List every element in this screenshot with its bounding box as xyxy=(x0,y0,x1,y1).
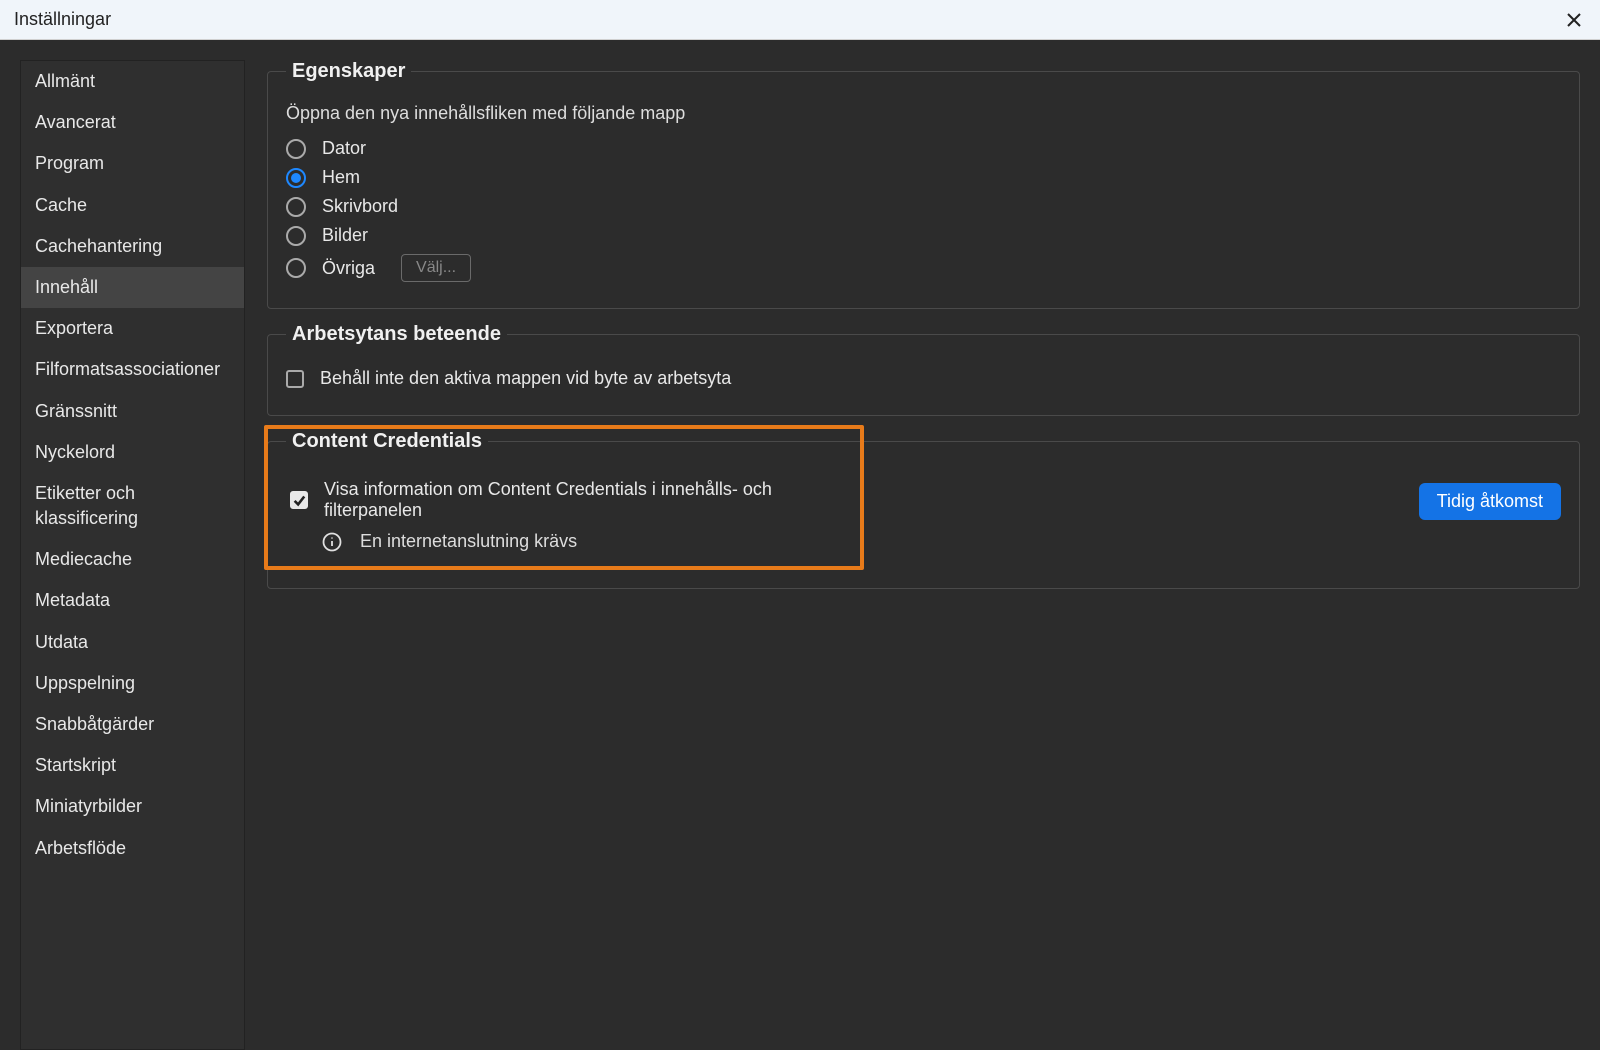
window-title: Inställningar xyxy=(14,9,111,30)
sidebar-item-label: Metadata xyxy=(35,590,110,610)
sidebar-item-gr-nssnitt[interactable]: Gränssnitt xyxy=(21,391,244,432)
sidebar-item-label: Arbetsflöde xyxy=(35,838,126,858)
sidebar-item-cachehantering[interactable]: Cachehantering xyxy=(21,226,244,267)
radio-label: Dator xyxy=(322,138,366,159)
radio-hem[interactable] xyxy=(286,168,306,188)
sidebar-item-startskript[interactable]: Startskript xyxy=(21,745,244,786)
sidebar-item-label: Avancerat xyxy=(35,112,116,132)
sidebar-item-label: Innehåll xyxy=(35,277,98,297)
radio-row-dator[interactable]: Dator xyxy=(286,138,1561,159)
cc-show-info-row[interactable]: Visa information om Content Credentials … xyxy=(290,479,852,521)
sidebar-item-inneh-ll[interactable]: Innehåll xyxy=(21,267,244,308)
close-icon[interactable] xyxy=(1562,8,1586,32)
sidebar-item-label: Utdata xyxy=(35,632,88,652)
radio-label: Övriga xyxy=(322,258,375,279)
sidebar-item-metadata[interactable]: Metadata xyxy=(21,580,244,621)
sidebar-item-label: Filformatsassociationer xyxy=(35,359,220,379)
sidebar-item-label: Etiketter och klassificering xyxy=(35,483,138,528)
workspace-keep-folder-label: Behåll inte den aktiva mappen vid byte a… xyxy=(320,368,731,389)
radio-label: Hem xyxy=(322,167,360,188)
settings-sidebar: Allmänt Avancerat Program Cache Cachehanteri… xyxy=(20,60,245,1050)
radio-row--vriga[interactable]: Övriga Välj... xyxy=(286,254,1561,282)
sidebar-item-program[interactable]: Program xyxy=(21,143,244,184)
radio-label: Bilder xyxy=(322,225,368,246)
cc-info-row: En internetanslutning krävs xyxy=(322,531,852,552)
properties-description: Öppna den nya innehållsfliken med följan… xyxy=(286,103,1561,124)
sidebar-item-label: Snabbåtgärder xyxy=(35,714,154,734)
group-workspace: Arbetsytans beteende Behåll inte den akt… xyxy=(267,323,1580,416)
titlebar: Inställningar xyxy=(0,0,1600,40)
sidebar-item-label: Miniatyrbilder xyxy=(35,796,142,816)
cc-info-text: En internetanslutning krävs xyxy=(360,531,577,552)
sidebar-item-label: Allmänt xyxy=(35,71,95,91)
sidebar-item-label: Mediecache xyxy=(35,549,132,569)
workspace-keep-folder-row[interactable]: Behåll inte den aktiva mappen vid byte a… xyxy=(286,368,1561,389)
sidebar-item-label: Nyckelord xyxy=(35,442,115,462)
group-workspace-legend: Arbetsytans beteende xyxy=(286,323,507,346)
radio-row-skrivbord[interactable]: Skrivbord xyxy=(286,196,1561,217)
body-area: Allmänt Avancerat Program Cache Cachehanteri… xyxy=(0,40,1600,1033)
sidebar-item-etiketter-och-klassificering[interactable]: Etiketter och klassificering xyxy=(21,473,244,539)
sidebar-item-cache[interactable]: Cache xyxy=(21,185,244,226)
sidebar-item-label: Program xyxy=(35,153,104,173)
radio--vriga[interactable] xyxy=(286,258,306,278)
early-access-button[interactable]: Tidig åtkomst xyxy=(1419,483,1561,520)
sidebar-item-label: Exportera xyxy=(35,318,113,338)
sidebar-item-filformatsassociationer[interactable]: Filformatsassociationer xyxy=(21,349,244,390)
workspace-keep-folder-checkbox[interactable] xyxy=(286,370,304,388)
radio-dator[interactable] xyxy=(286,139,306,159)
settings-main: Egenskaper Öppna den nya innehållsfliken… xyxy=(267,60,1580,1013)
sidebar-item-label: Cache xyxy=(35,195,87,215)
sidebar-item-miniatyrbilder[interactable]: Miniatyrbilder xyxy=(21,786,244,827)
choose-folder-button[interactable]: Välj... xyxy=(401,254,471,282)
sidebar-item-nyckelord[interactable]: Nyckelord xyxy=(21,432,244,473)
sidebar-item-utdata[interactable]: Utdata xyxy=(21,622,244,663)
radio-row-bilder[interactable]: Bilder xyxy=(286,225,1561,246)
radio-label: Skrivbord xyxy=(322,196,398,217)
group-properties-legend: Egenskaper xyxy=(286,60,411,83)
info-icon xyxy=(322,532,342,552)
group-content-credentials: Content Credentials Visa information om … xyxy=(267,430,1580,589)
sidebar-item-label: Cachehantering xyxy=(35,236,162,256)
radio-skrivbord[interactable] xyxy=(286,197,306,217)
sidebar-item-uppspelning[interactable]: Uppspelning xyxy=(21,663,244,704)
cc-show-info-label: Visa information om Content Credentials … xyxy=(324,479,852,521)
sidebar-item-exportera[interactable]: Exportera xyxy=(21,308,244,349)
sidebar-item-label: Gränssnitt xyxy=(35,401,117,421)
sidebar-item-avancerat[interactable]: Avancerat xyxy=(21,102,244,143)
radio-bilder[interactable] xyxy=(286,226,306,246)
sidebar-item-label: Startskript xyxy=(35,755,116,775)
sidebar-item-arbetsfl-de[interactable]: Arbetsflöde xyxy=(21,828,244,869)
group-properties: Egenskaper Öppna den nya innehållsfliken… xyxy=(267,60,1580,309)
sidebar-item-allm-nt[interactable]: Allmänt xyxy=(21,61,244,102)
sidebar-item-mediecache[interactable]: Mediecache xyxy=(21,539,244,580)
sidebar-item-snabb-tg-rder[interactable]: Snabbåtgärder xyxy=(21,704,244,745)
content-credentials-highlight: Visa information om Content Credentials … xyxy=(264,425,864,570)
cc-show-info-checkbox[interactable] xyxy=(290,491,308,509)
radio-row-hem[interactable]: Hem xyxy=(286,167,1561,188)
sidebar-item-label: Uppspelning xyxy=(35,673,135,693)
